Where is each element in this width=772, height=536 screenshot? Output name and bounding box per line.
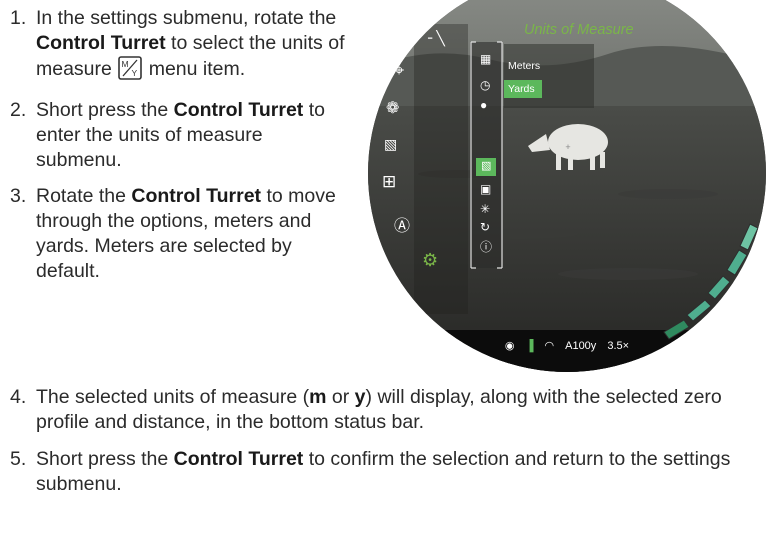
step-3: 3. Rotate the Control Turret to move thr… <box>10 185 336 282</box>
plus-box-icon[interactable]: ⊞ <box>382 172 396 192</box>
clock-icon[interactable]: ◷ <box>480 78 490 92</box>
crosshair-icon[interactable]: ⌖ <box>394 60 404 81</box>
reset-icon[interactable]: ↻ <box>480 220 490 234</box>
gear-icon[interactable]: ⚙ <box>422 250 438 271</box>
control-turret-term: Control Turret <box>173 448 304 470</box>
units-of-measure-icon: MY <box>118 56 143 87</box>
calendar-icon[interactable]: ▦ <box>480 52 491 66</box>
step-4: 4. The selected units of measure (m or y… <box>10 386 722 433</box>
step-1: 1. In the settings submenu, rotate the C… <box>10 6 350 87</box>
control-turret-term: Control Turret <box>36 32 166 54</box>
display-icon[interactable]: ▣ <box>480 182 491 196</box>
option-yards[interactable]: Yards <box>508 83 535 95</box>
zero-range: A100y <box>565 339 597 352</box>
step-2: 2. Short press the Control Turret to ent… <box>10 99 325 171</box>
screen-icon[interactable]: ▧ <box>384 136 397 153</box>
brightness-icon[interactable]: ✳ <box>480 202 490 216</box>
status-bar: ◉ ▐ ◠ A100y 3.5× <box>368 339 766 353</box>
control-turret-term: Control Turret <box>173 99 304 121</box>
globe-icon[interactable]: ● <box>480 98 487 112</box>
scope-scene: + <box>368 0 766 372</box>
step-5: 5. Short press the Control Turret to con… <box>10 448 731 495</box>
svg-text:M: M <box>122 59 129 69</box>
step-number: 1. <box>10 7 27 29</box>
zoom-level: 3.5× <box>607 339 630 352</box>
scope-view: + Units of Measure ╴╲ ⌖ ❁ ▧ ⊞ Ⓐ ⚙ ▦ ◷ ● … <box>368 0 766 372</box>
step-number: 4. <box>10 386 27 408</box>
rifle-icon[interactable]: ╴╲ <box>428 30 445 47</box>
aperture-icon[interactable]: ❁ <box>386 98 399 118</box>
units-of-measure-icon[interactable]: ▧ <box>481 159 491 172</box>
option-meters[interactable]: Meters <box>508 60 540 72</box>
eye-icon: ◉ <box>504 340 515 352</box>
step-number: 2. <box>10 99 27 121</box>
battery-icon: ▐ <box>525 339 534 352</box>
menu-title: Units of Measure <box>524 22 634 38</box>
instruction-steps-top: 1. In the settings submenu, rotate the C… <box>10 6 350 295</box>
svg-text:+: + <box>565 142 570 152</box>
compass-icon[interactable]: Ⓐ <box>394 212 410 236</box>
step-number: 5. <box>10 448 27 470</box>
svg-text:Y: Y <box>132 68 138 78</box>
step-number: 3. <box>10 185 27 207</box>
wifi-icon: ◠ <box>544 340 555 352</box>
instruction-steps-bottom: 4. The selected units of measure (m or y… <box>10 385 770 509</box>
info-icon[interactable]: ⓘ <box>480 238 492 255</box>
control-turret-term: Control Turret <box>131 185 262 207</box>
